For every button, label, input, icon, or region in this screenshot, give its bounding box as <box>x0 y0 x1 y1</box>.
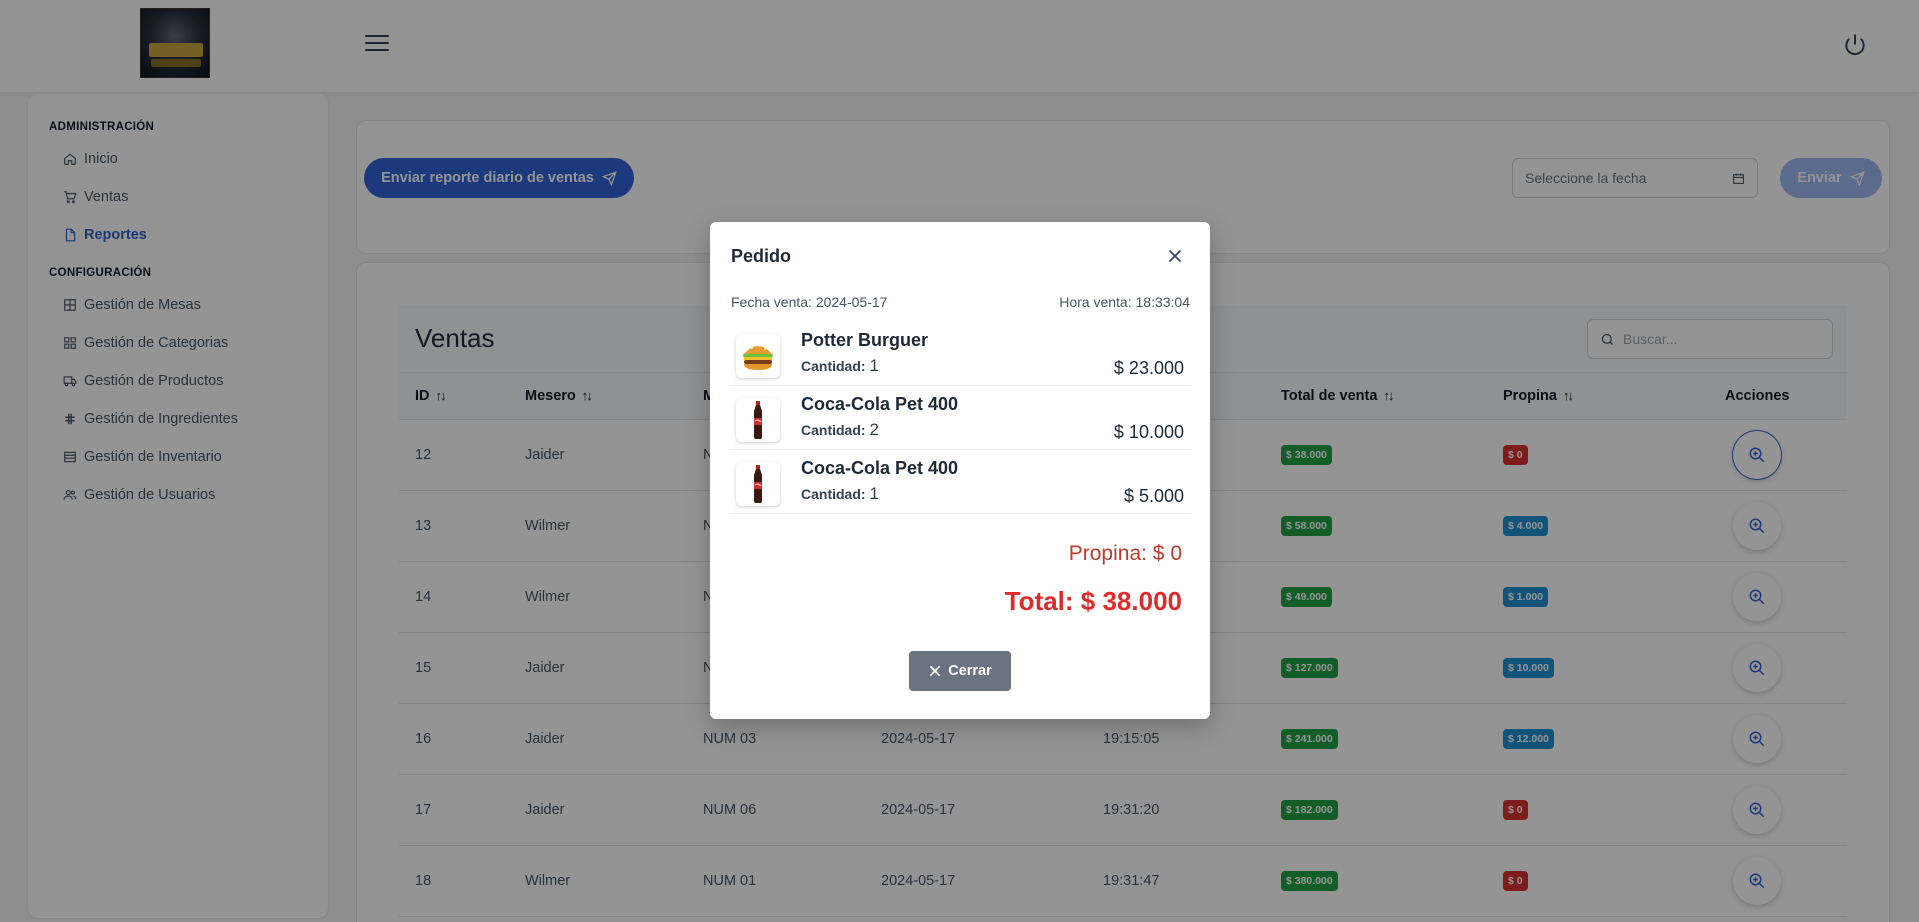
soda-bottle-icon <box>736 462 780 506</box>
order-items: Potter Burguer Cantidad: 1 $ 23.000 Coca… <box>731 322 1190 514</box>
burger-icon <box>736 334 780 378</box>
item-name: Potter Burguer <box>801 330 929 350</box>
order-item: Coca-Cola Pet 400 Cantidad: 1 $ 5.000 <box>731 450 1190 514</box>
close-icon <box>930 666 941 676</box>
item-name: Coca-Cola Pet 400 <box>801 394 959 414</box>
item-quantity: Cantidad: 1 <box>801 356 879 375</box>
item-price: $ 10.000 <box>1113 422 1184 442</box>
modal-title: Pedido <box>731 246 792 266</box>
order-item: Coca-Cola Pet 400 Cantidad: 2 $ 10.000 <box>731 386 1190 450</box>
item-quantity: Cantidad: 2 <box>801 420 879 439</box>
close-icon[interactable] <box>1165 246 1185 266</box>
order-time: Hora venta: 18:33:04 <box>1059 294 1190 310</box>
soda-bottle-icon <box>736 398 780 442</box>
order-date: Fecha venta: 2024-05-17 <box>731 294 888 310</box>
order-item: Potter Burguer Cantidad: 1 $ 23.000 <box>731 322 1190 386</box>
item-price: $ 5.000 <box>1123 486 1184 506</box>
order-total: Total: $ 38.000 <box>1004 586 1182 616</box>
order-modal: Pedido Fecha venta: 2024-05-17 Hora vent… <box>710 222 1210 719</box>
order-tip: Propina: $ 0 <box>1068 542 1182 565</box>
item-quantity: Cantidad: 1 <box>801 484 879 503</box>
item-price: $ 23.000 <box>1113 358 1184 378</box>
item-name: Coca-Cola Pet 400 <box>801 458 959 478</box>
order-meta: Fecha venta: 2024-05-17 Hora venta: 18:3… <box>731 294 1190 310</box>
close-button[interactable]: Cerrar <box>909 651 1011 691</box>
close-label: Cerrar <box>948 663 992 679</box>
